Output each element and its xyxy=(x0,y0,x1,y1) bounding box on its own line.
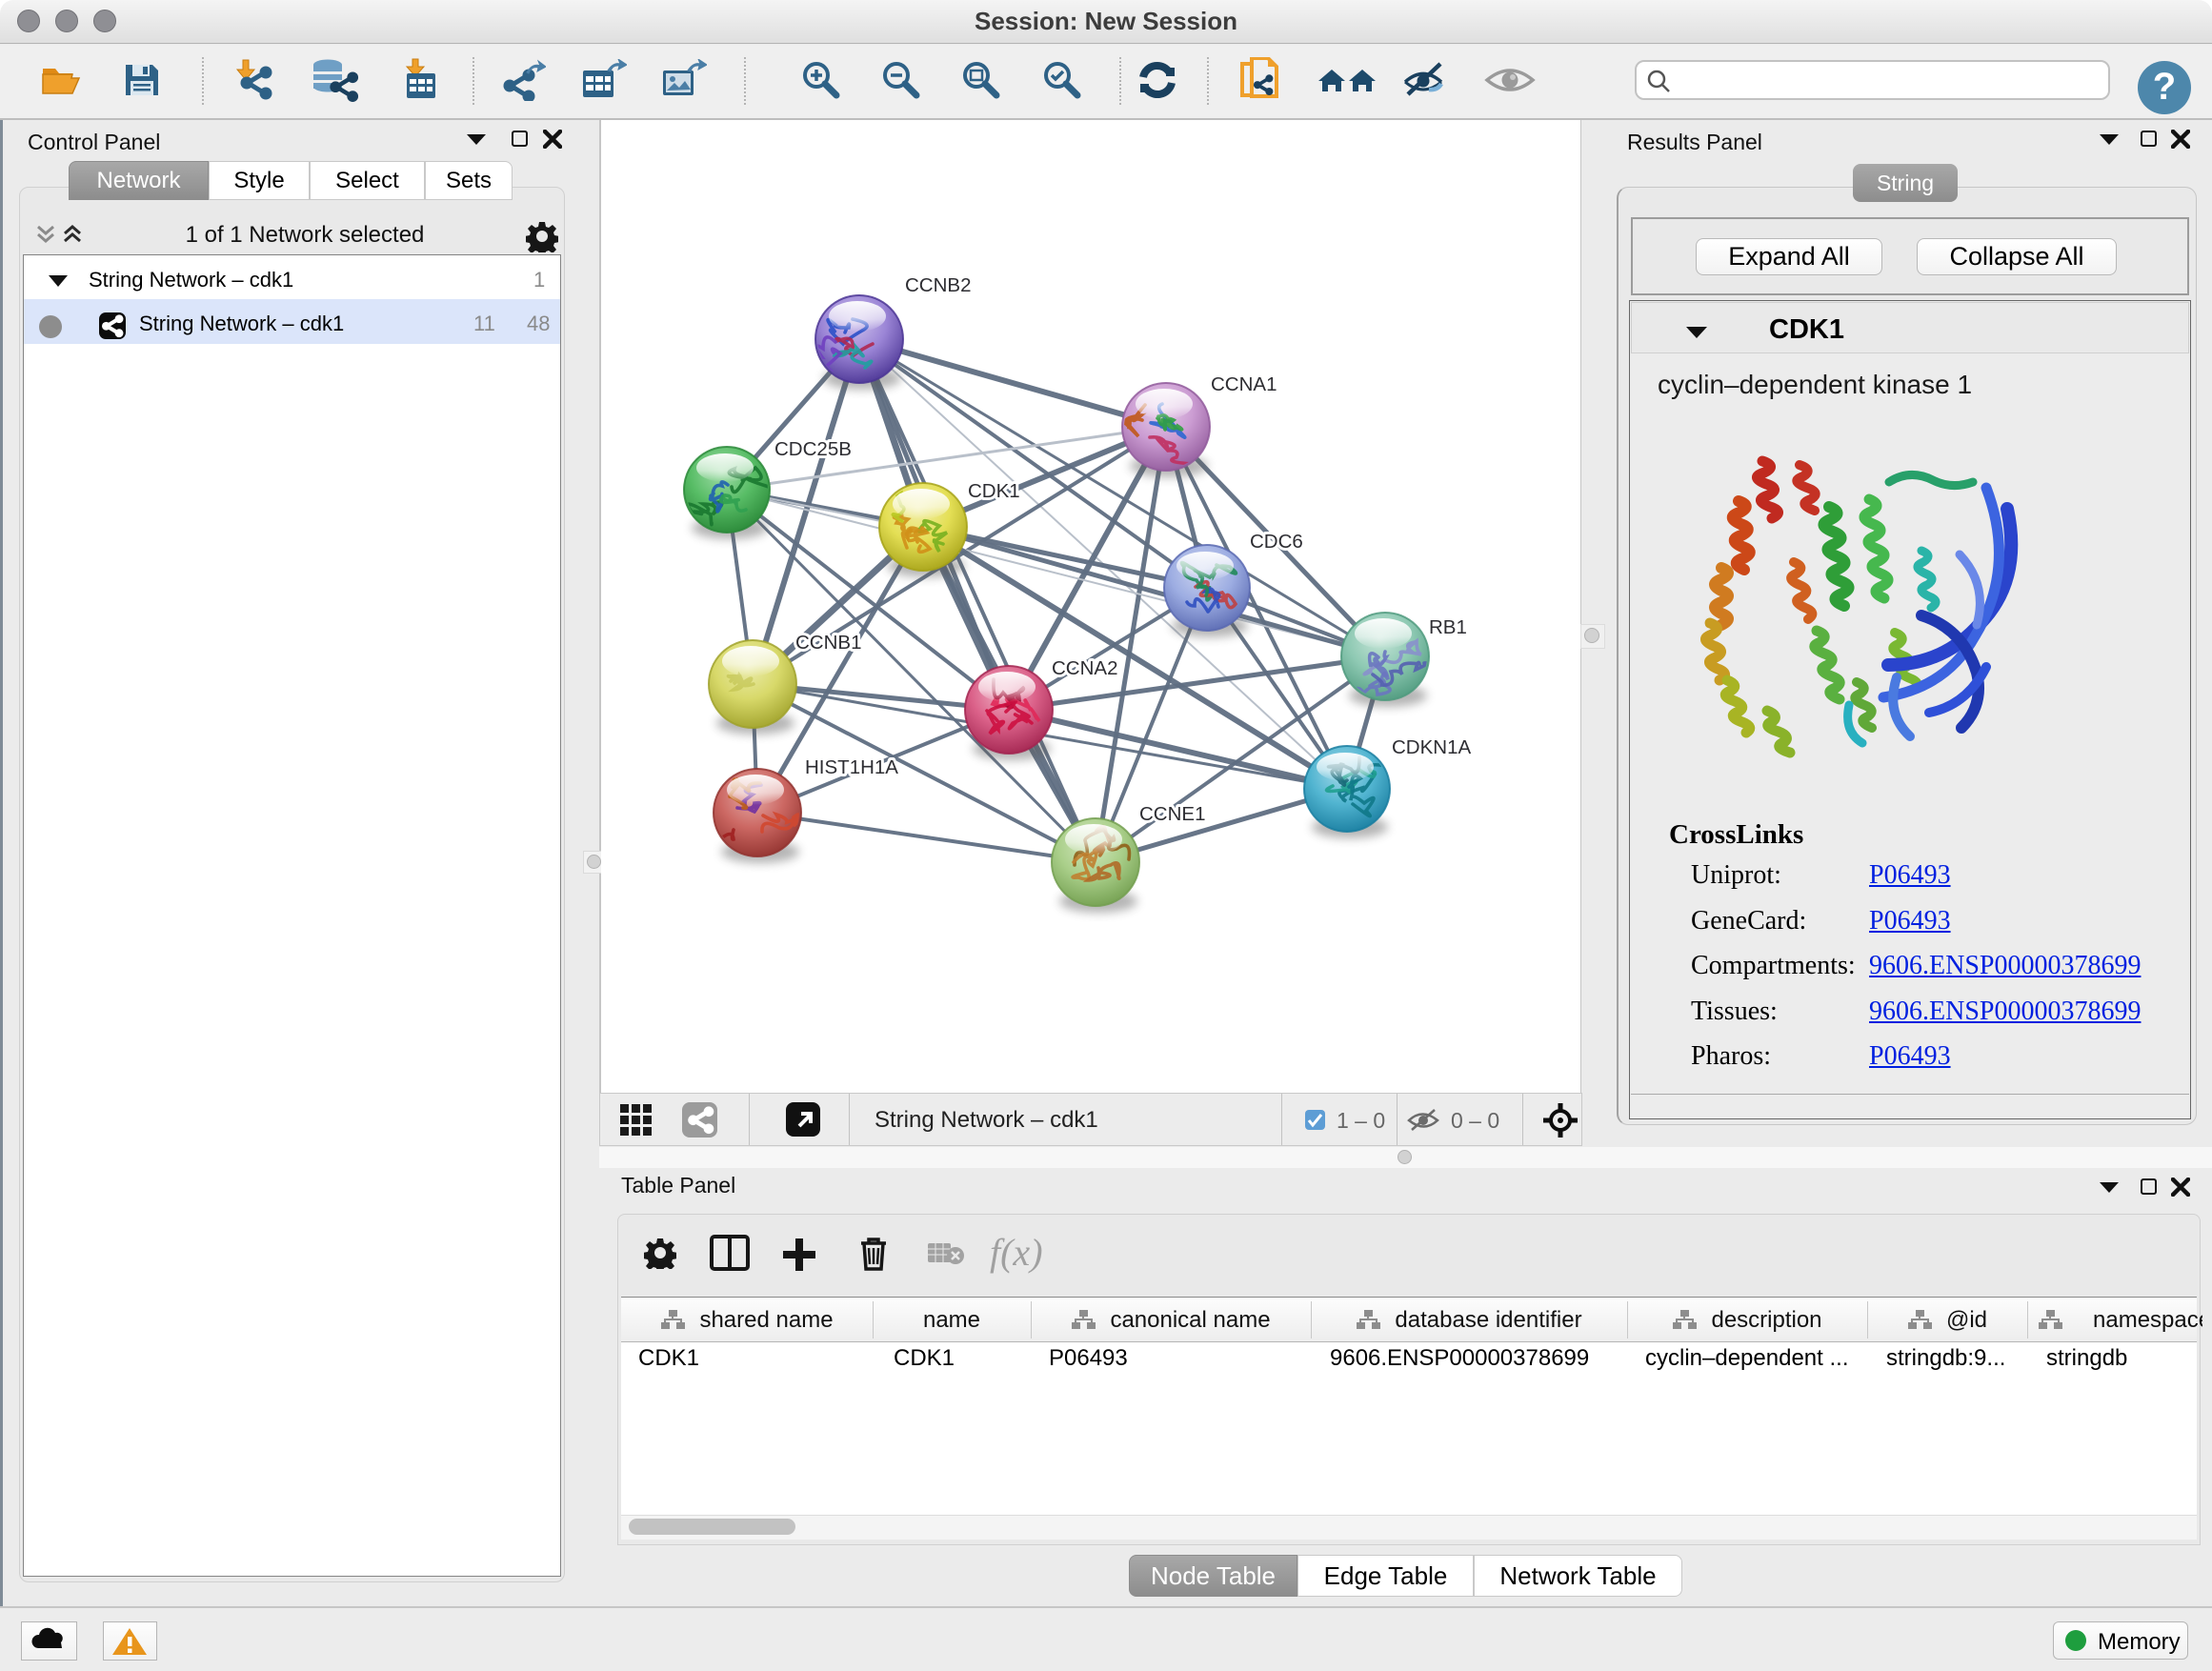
svg-text:CDC6: CDC6 xyxy=(1250,531,1303,553)
svg-text:CDK1: CDK1 xyxy=(968,480,1020,502)
svg-text:HIST1H1A: HIST1H1A xyxy=(805,756,898,778)
svg-text:CDC25B: CDC25B xyxy=(774,438,852,460)
svg-text:CCNB2: CCNB2 xyxy=(905,274,972,296)
svg-text:CCNA2: CCNA2 xyxy=(1052,657,1118,679)
svg-text:CCNA1: CCNA1 xyxy=(1211,373,1277,395)
svg-text:CDKN1A: CDKN1A xyxy=(1392,736,1471,758)
svg-text:RB1: RB1 xyxy=(1429,616,1467,638)
svg-text:CCNE1: CCNE1 xyxy=(1139,803,1206,825)
svg-text:CCNB1: CCNB1 xyxy=(795,632,862,654)
